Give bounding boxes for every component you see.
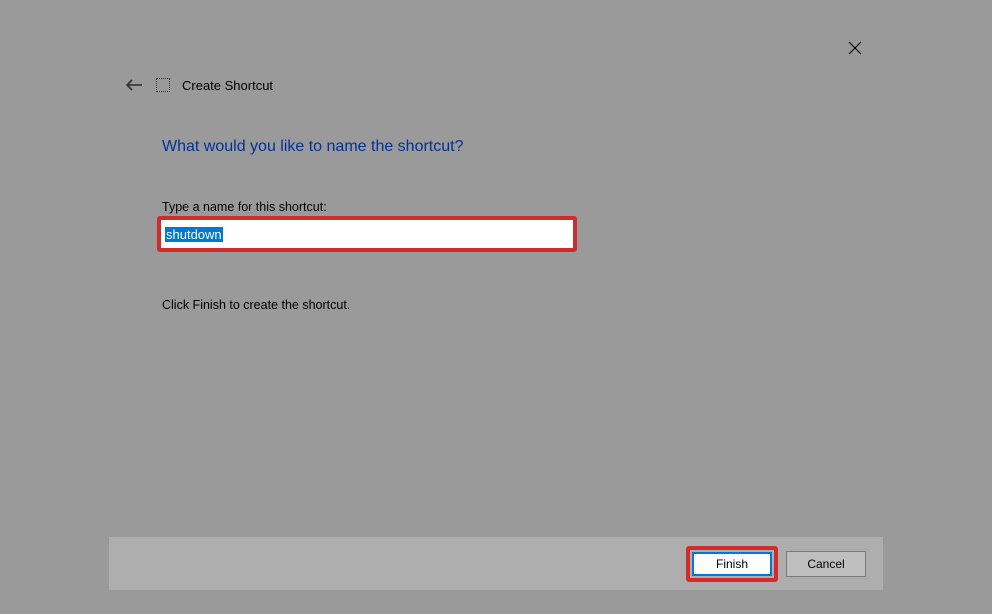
cancel-button[interactable]: Cancel [786, 551, 866, 577]
finish-button-highlight: Finish [686, 546, 778, 582]
close-button[interactable] [842, 35, 868, 61]
back-button[interactable] [124, 75, 144, 95]
shortcut-icon [156, 78, 170, 92]
dialog-heading: What would you like to name the shortcut… [162, 138, 464, 156]
close-icon [848, 41, 862, 55]
dialog-title: Create Shortcut [182, 78, 273, 93]
back-arrow-icon [125, 78, 143, 92]
instruction-text: Click Finish to create the shortcut. [162, 298, 350, 312]
shortcut-name-label: Type a name for this shortcut: [162, 200, 327, 214]
create-shortcut-dialog: Create Shortcut What would you like to n… [109, 30, 883, 590]
dialog-header: Create Shortcut [124, 75, 273, 95]
shortcut-name-input-highlight: shutdown [157, 216, 577, 252]
button-bar: Finish Cancel [109, 537, 883, 590]
shortcut-name-input[interactable]: shutdown [165, 227, 223, 242]
finish-button[interactable]: Finish [692, 552, 772, 576]
